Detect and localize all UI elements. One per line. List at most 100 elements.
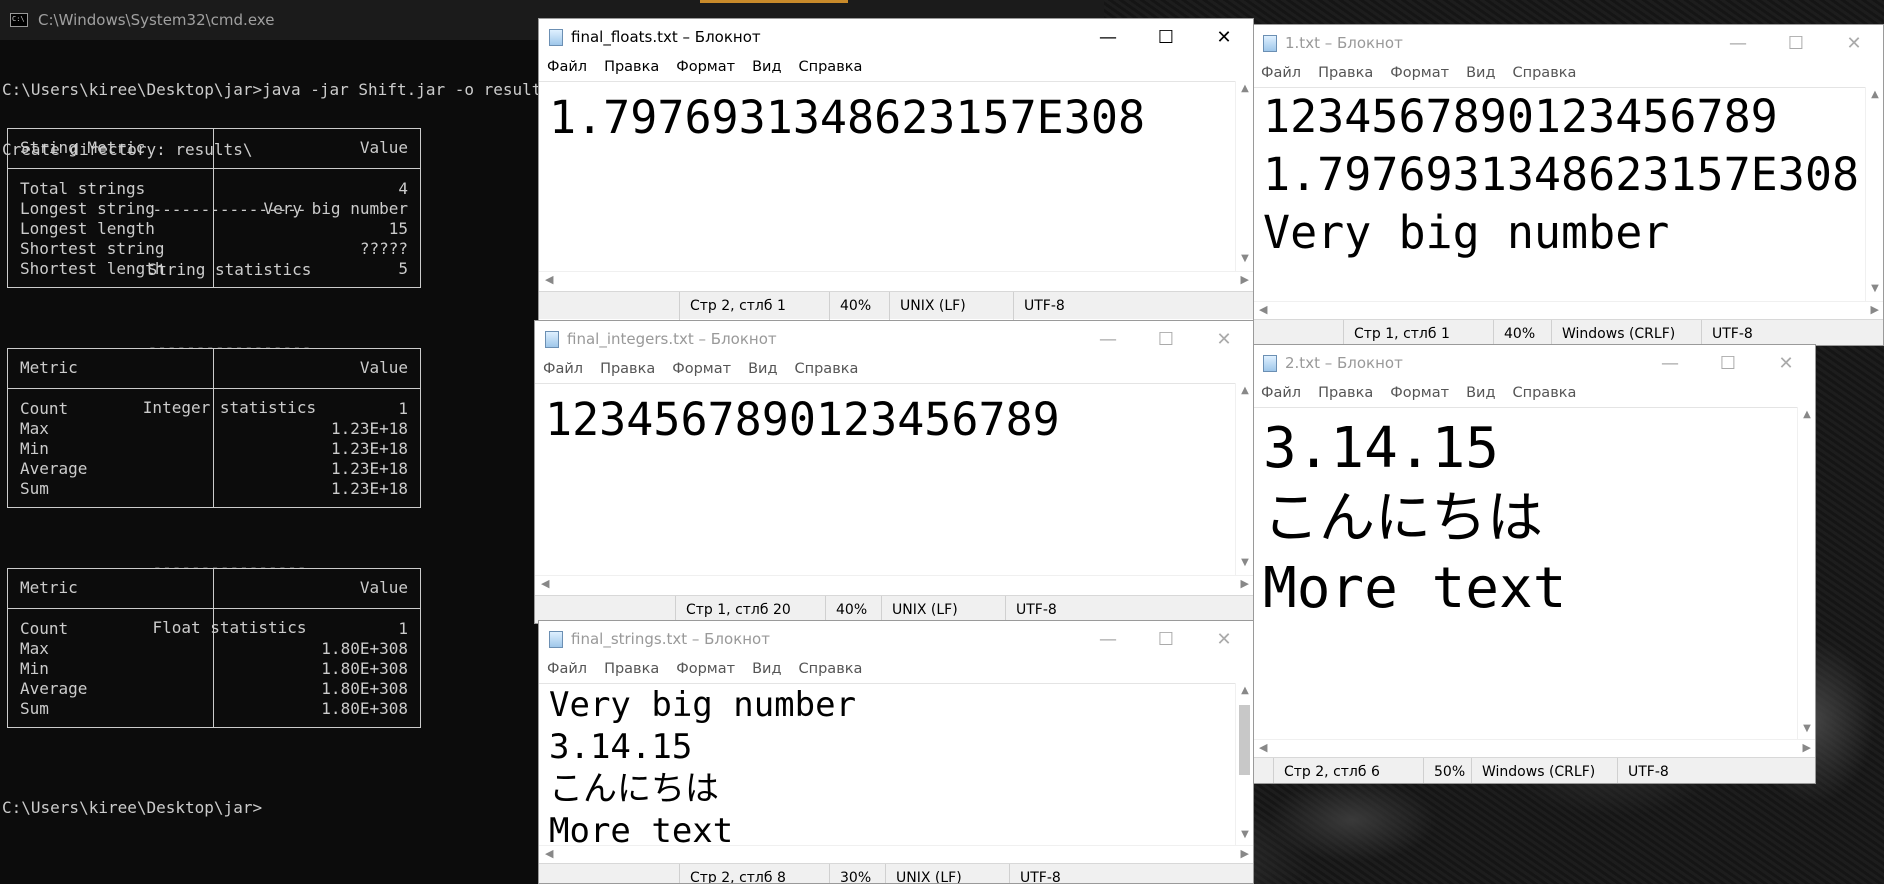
notepad-icon [1263, 354, 1277, 372]
notepad-icon [549, 630, 563, 648]
titlebar[interactable]: 2.txt – Блокнот — ☐ ✕ [1253, 345, 1815, 381]
menu-item[interactable]: Файл [547, 59, 587, 75]
metric-label: Longest length [20, 219, 155, 238]
titlebar[interactable]: final_floats.txt – Блокнот — ☐ ✕ [539, 19, 1253, 55]
vertical-scrollbar[interactable]: ▲ ▼ [1235, 683, 1253, 847]
menu-item[interactable]: Вид [752, 59, 781, 75]
metric-label: Shortest string [20, 239, 165, 258]
text-line: 1.7976931348623157E308 [549, 91, 1146, 144]
status-pos: Стр 2, стлб 6 [1273, 757, 1423, 783]
close-icon[interactable]: ✕ [1195, 321, 1253, 357]
menu-item[interactable]: Правка [1318, 385, 1373, 401]
menu-item[interactable]: Файл [1261, 65, 1301, 81]
menu-item[interactable]: Формат [672, 361, 731, 377]
horizontal-scrollbar[interactable]: ◀ ▶ [539, 271, 1253, 289]
metric-label: Longest string [20, 199, 155, 218]
value-column: 1 1.80E+308 1.80E+308 1.80E+308 1.80E+308 [214, 609, 420, 727]
close-icon[interactable]: ✕ [1825, 25, 1883, 61]
status-enc: UTF-8 [1009, 863, 1253, 883]
minimize-icon[interactable]: — [1079, 321, 1137, 357]
metric-value: 5 [398, 259, 408, 278]
titlebar[interactable]: 1.txt – Блокнот — ☐ ✕ [1253, 25, 1883, 61]
menu-item[interactable]: Вид [1466, 385, 1495, 401]
cmd-title: C:\Windows\System32\cmd.exe [38, 11, 275, 29]
minimize-icon[interactable]: — [1641, 345, 1699, 381]
titlebar[interactable]: final_strings.txt – Блокнот — ☐ ✕ [539, 621, 1253, 657]
horizontal-scrollbar[interactable]: ◀ ▶ [535, 575, 1253, 593]
menu-item[interactable]: Правка [600, 361, 655, 377]
metric-value: ????? [359, 239, 408, 258]
close-icon[interactable]: ✕ [1757, 345, 1815, 381]
menu-item[interactable]: Вид [752, 661, 781, 677]
menu-item[interactable]: Формат [676, 661, 735, 677]
status-bar: Стр 1, стлб 1 40% Windows (CRLF) UTF-8 [1253, 319, 1883, 345]
notepad-window-final-floats[interactable]: final_floats.txt – Блокнот — ☐ ✕ Файл Пра… [538, 18, 1254, 322]
notepad-icon [1263, 34, 1277, 52]
status-pos: Стр 1, стлб 1 [1343, 319, 1493, 345]
menu-item[interactable]: Справка [1513, 385, 1577, 401]
minimize-icon[interactable]: — [1079, 19, 1137, 55]
menu-item[interactable]: Справка [1513, 65, 1577, 81]
text-editor[interactable]: 3.14.15 こんにちは More text [1253, 407, 1799, 741]
integer-stats-table: Metric Value Count Max Min Average Sum 1 1.23E+… [7, 348, 421, 508]
metric-value: 1.23E+18 [330, 479, 408, 498]
notepad-window-2-txt[interactable]: 2.txt – Блокнот — ☐ ✕ Файл Правка Формат Ви… [1252, 344, 1816, 784]
menu-item[interactable]: Справка [795, 361, 859, 377]
cmd-prompt[interactable]: C:\Users\kiree\Desktop\jar> [2, 798, 262, 818]
vertical-scrollbar[interactable]: ▲ ▼ [1865, 87, 1883, 301]
menu-item[interactable]: Вид [748, 361, 777, 377]
text-editor[interactable]: 1234567890123456789 1.7976931348623157E30… [1253, 87, 1867, 301]
notepad-window-final-strings[interactable]: final_strings.txt – Блокнот — ☐ ✕ Файл Пр… [538, 620, 1254, 884]
close-icon[interactable]: ✕ [1195, 19, 1253, 55]
scroll-thumb[interactable] [1239, 705, 1250, 775]
menu-item[interactable]: Формат [1390, 385, 1449, 401]
metric-value: 1.23E+18 [330, 439, 408, 458]
maximize-icon[interactable]: ☐ [1699, 345, 1757, 381]
notepad-window-final-integers[interactable]: final_integers.txt – Блокнот — ☐ ✕ Файл П… [534, 320, 1254, 624]
menu-item[interactable]: Правка [604, 59, 659, 75]
col-metric: String Metric [8, 129, 214, 168]
metric-value: 1.23E+18 [330, 459, 408, 478]
text-line: Very big number [1263, 206, 1670, 259]
horizontal-scrollbar[interactable]: ◀ ▶ [539, 845, 1253, 863]
notepad-window-1-txt[interactable]: 1.txt – Блокнот — ☐ ✕ Файл Правка Формат Ви… [1252, 24, 1884, 346]
menu-item[interactable]: Формат [1390, 65, 1449, 81]
menu-item[interactable]: Файл [1261, 385, 1301, 401]
float-stats-table: Metric Value Count Max Min Average Sum 1 1.80E+… [7, 568, 421, 728]
status-enc: UTF-8 [1701, 319, 1883, 345]
menu-item[interactable]: Файл [547, 661, 587, 677]
menu-item[interactable]: Справка [799, 661, 863, 677]
status-eol: UNIX (LF) [889, 291, 1013, 320]
horizontal-scrollbar[interactable]: ◀ ▶ [1253, 301, 1883, 319]
text-line: こんにちは [549, 769, 719, 809]
vertical-scrollbar[interactable]: ▲ ▼ [1235, 81, 1253, 271]
text-editor[interactable]: Very big number 3.14.15 こんにちは More text [539, 683, 1237, 847]
text-editor[interactable]: 1234567890123456789 [535, 383, 1237, 575]
status-enc: UTF-8 [1617, 757, 1815, 783]
maximize-icon[interactable]: ☐ [1137, 19, 1195, 55]
vertical-scrollbar[interactable]: ▲ ▼ [1235, 383, 1253, 575]
status-zoom: 40% [1493, 319, 1551, 345]
maximize-icon[interactable]: ☐ [1137, 621, 1195, 657]
vertical-scrollbar[interactable]: ▲ ▼ [1797, 407, 1815, 741]
metric-value: 15 [388, 219, 408, 238]
text-editor[interactable]: 1.7976931348623157E308 [539, 81, 1237, 271]
status-zoom: 30% [829, 863, 885, 883]
menu-item[interactable]: Правка [1318, 65, 1373, 81]
menu-item[interactable]: Формат [676, 59, 735, 75]
maximize-icon[interactable]: ☐ [1767, 25, 1825, 61]
horizontal-scrollbar[interactable]: ◀ ▶ [1253, 739, 1815, 757]
menu-item[interactable]: Вид [1466, 65, 1495, 81]
maximize-icon[interactable]: ☐ [1137, 321, 1195, 357]
metric-label: Min [20, 439, 49, 458]
titlebar[interactable]: final_integers.txt – Блокнот — ☐ ✕ [535, 321, 1253, 357]
minimize-icon[interactable]: — [1709, 25, 1767, 61]
minimize-icon[interactable]: — [1079, 621, 1137, 657]
metric-label: Sum [20, 479, 49, 498]
close-icon[interactable]: ✕ [1195, 621, 1253, 657]
menu-item[interactable]: Файл [543, 361, 583, 377]
menu-item[interactable]: Правка [604, 661, 659, 677]
metric-value: 1.80E+308 [321, 679, 408, 698]
menu-item[interactable]: Справка [799, 59, 863, 75]
col-value: Value [359, 578, 408, 597]
